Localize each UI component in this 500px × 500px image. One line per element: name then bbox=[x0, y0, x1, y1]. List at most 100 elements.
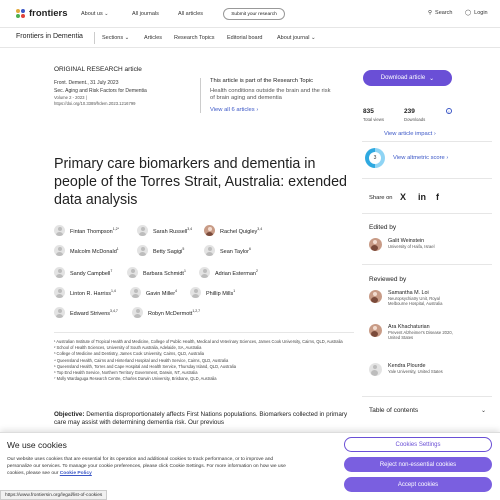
author-item[interactable]: Betty Sagigi5 bbox=[137, 245, 184, 256]
divider bbox=[362, 264, 492, 265]
downloads-stat: 239 Downloads bbox=[404, 108, 426, 122]
view-altmetric-score-link[interactable]: View altmetric score › bbox=[393, 155, 448, 161]
author-item[interactable]: Edward Strivens3,4,7 bbox=[54, 307, 118, 318]
search-button[interactable]: ⚲ Search bbox=[428, 10, 452, 16]
journal-nav-editorial-board[interactable]: Editorial board bbox=[227, 35, 262, 41]
reject-cookies-button[interactable]: Reject non-essential cookies bbox=[344, 457, 492, 472]
view-article-impact-link[interactable]: View article impact › bbox=[384, 131, 436, 137]
altmetric-badge[interactable]: 3 bbox=[365, 148, 385, 168]
accept-cookies-button[interactable]: Accept cookies bbox=[344, 477, 492, 492]
avatar bbox=[54, 267, 65, 278]
author-item[interactable]: Sarah Russell3,4 bbox=[137, 225, 192, 236]
reviewer[interactable]: Samantha M. Loi Neuropsychiatry Unit, Ro… bbox=[369, 290, 454, 307]
avatar bbox=[137, 245, 148, 256]
divider bbox=[362, 396, 492, 397]
divider bbox=[362, 178, 492, 179]
search-icon: ⚲ bbox=[428, 10, 433, 16]
divider bbox=[94, 32, 95, 44]
abstract-label: Objective: bbox=[54, 411, 85, 418]
author-item[interactable]: Adrian Esterman2 bbox=[199, 267, 258, 278]
editor[interactable]: Galit Weinstein University of Haifa, Isr… bbox=[369, 238, 454, 251]
table-of-contents-label[interactable]: Table of contents bbox=[369, 407, 418, 414]
share-label: Share on bbox=[369, 195, 393, 201]
view-all-articles-link[interactable]: View all 6 articles › bbox=[210, 107, 335, 113]
nav-all-journals[interactable]: All journals bbox=[132, 11, 159, 17]
submit-research-button[interactable]: Submit your research bbox=[223, 8, 285, 20]
frontiers-logo[interactable]: frontiers bbox=[16, 8, 68, 19]
avatar bbox=[190, 287, 201, 298]
journal-nav-sections[interactable]: Sections ⌄ bbox=[102, 35, 129, 41]
info-icon[interactable]: i bbox=[446, 108, 452, 114]
abstract: Objective: Dementia disproportionately a… bbox=[54, 411, 354, 428]
journal-nav-research-topics[interactable]: Research Topics bbox=[174, 35, 215, 41]
author-item[interactable]: Sandy Campbell7 bbox=[54, 267, 112, 278]
avatar bbox=[54, 245, 65, 256]
author-item[interactable]: Rachel Quigley3,4 bbox=[204, 225, 262, 236]
cookie-policy-link[interactable]: Cookie Policy bbox=[60, 471, 92, 476]
author-item[interactable]: Phillip Mills1 bbox=[190, 287, 235, 298]
chevron-down-icon: ⌄ bbox=[104, 11, 109, 17]
top-nav: frontiers About us ⌄ All journals All ar… bbox=[0, 0, 500, 28]
author-item[interactable]: Barbara Schmidt1 bbox=[127, 267, 186, 278]
edited-by-label: Edited by bbox=[369, 224, 397, 231]
section-line[interactable]: Sec. Aging and Risk Factors for Dementia bbox=[54, 87, 194, 95]
avatar bbox=[127, 267, 138, 278]
affiliation-item: ⁷ Molly Wardaguga Research Centre, Charl… bbox=[54, 376, 217, 382]
avatar bbox=[54, 225, 65, 236]
avatar bbox=[204, 225, 215, 236]
author-item[interactable]: Malcolm McDonald1 bbox=[54, 245, 119, 256]
avatar bbox=[369, 324, 382, 337]
nav-all-articles[interactable]: All articles bbox=[178, 11, 203, 17]
cookie-title: We use cookies bbox=[7, 440, 67, 450]
reviewer[interactable]: Kendra Plourde Yale University, United S… bbox=[369, 363, 454, 376]
doi-link[interactable]: https://doi.org/10.3389/frdem.2023.12167… bbox=[54, 101, 194, 107]
chevron-down-icon: ⌄ bbox=[429, 75, 435, 82]
avatar bbox=[204, 245, 215, 256]
affiliations: ¹ Australian Institute of Tropical Healt… bbox=[54, 332, 354, 382]
author-item[interactable]: Sean Taylor6 bbox=[204, 245, 251, 256]
research-topic-box: This article is part of the Research Top… bbox=[200, 78, 335, 113]
divider bbox=[362, 213, 492, 214]
avatar bbox=[199, 267, 210, 278]
avatar bbox=[137, 225, 148, 236]
cookie-text: Our website uses cookies that are essent… bbox=[7, 457, 286, 476]
arrow-right-icon: › bbox=[446, 155, 449, 161]
user-icon: ◯ bbox=[465, 10, 472, 16]
avatar bbox=[369, 290, 382, 303]
x-twitter-icon[interactable]: X bbox=[400, 192, 406, 202]
login-button[interactable]: ◯ Login bbox=[465, 10, 488, 16]
divider bbox=[362, 141, 492, 142]
avatar bbox=[54, 287, 65, 298]
avatar bbox=[54, 307, 65, 318]
article-title: Primary care biomarkers and dementia in … bbox=[54, 156, 348, 208]
status-bar-url: https://www.frontiersin.org/legal/list-o… bbox=[0, 490, 108, 500]
avatar bbox=[132, 307, 143, 318]
chevron-down-icon[interactable]: ⌄ bbox=[481, 407, 486, 414]
arrow-right-icon: › bbox=[256, 106, 259, 113]
journal-nav-about[interactable]: About journal ⌄ bbox=[277, 35, 316, 41]
logo-text: frontiers bbox=[29, 8, 68, 19]
avatar bbox=[369, 238, 382, 251]
download-article-button[interactable]: Download article ⌄ bbox=[363, 70, 452, 86]
avatar bbox=[369, 363, 382, 376]
reviewer[interactable]: Ara Khachaturian Prevent Alzheimer's Dis… bbox=[369, 324, 454, 341]
article-meta: ORIGINAL RESEARCH article Front. Dement.… bbox=[54, 66, 194, 107]
research-topic-title[interactable]: Health conditions outside the brain and … bbox=[210, 88, 335, 102]
abstract-text: Dementia disproportionately affects Firs… bbox=[54, 411, 348, 427]
facebook-icon[interactable]: f bbox=[436, 192, 439, 202]
author-item[interactable]: Gavin Miller4 bbox=[130, 287, 177, 298]
journal-nav-articles[interactable]: Articles bbox=[144, 35, 162, 41]
journal-date[interactable]: Front. Dement., 31 July 2023 bbox=[54, 79, 194, 87]
frontiers-logo-icon bbox=[16, 8, 26, 19]
journal-name[interactable]: Frontiers in Dementia bbox=[16, 33, 83, 40]
cookies-settings-button[interactable]: Cookies Settings bbox=[344, 437, 492, 452]
linkedin-icon[interactable]: in bbox=[418, 192, 426, 202]
author-item[interactable]: Linton R. Harriss1,4 bbox=[54, 287, 116, 298]
nav-about-us[interactable]: About us ⌄ bbox=[81, 11, 108, 17]
arrow-right-icon: › bbox=[433, 131, 436, 137]
avatar bbox=[130, 287, 141, 298]
author-item[interactable]: Robyn McDermott1,2,7 bbox=[132, 307, 200, 318]
total-views-stat: 835 Total views bbox=[363, 108, 385, 122]
author-item[interactable]: Fintan Thompson1,2* bbox=[54, 225, 119, 236]
research-topic-heading: This article is part of the Research Top… bbox=[210, 78, 313, 84]
